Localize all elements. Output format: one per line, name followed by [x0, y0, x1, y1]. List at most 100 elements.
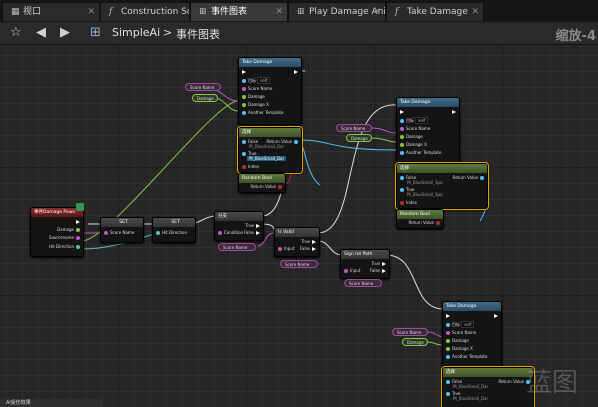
zoom-level: 缩放-4	[555, 29, 596, 44]
another-template-pin[interactable]: Another Template	[398, 150, 441, 155]
node-title: 选择	[397, 164, 487, 173]
graph-icon: ⊞	[297, 7, 305, 17]
false-value: Pt_BlueSmall_Dar	[453, 384, 489, 389]
true-value[interactable]: Pt_BlueSmall_Dar	[247, 156, 287, 161]
score-name-pin[interactable]: Score Name	[398, 126, 430, 131]
score-name-variable[interactable]: Score Name	[185, 83, 221, 91]
target-pin[interactable]: 目标 self	[398, 117, 429, 124]
sign-int-path-node[interactable]: Sign Int Path True Input False	[340, 249, 390, 279]
event-graph-canvas[interactable]: 事件Damage Pawn Damage Sourcename Hit Dire…	[0, 45, 598, 407]
random-bool-node-1[interactable]: Random Bool Return Value	[238, 173, 286, 193]
input-pin[interactable]: Input	[342, 268, 360, 273]
true-value: Pt_BlueSmall_Spa	[407, 192, 443, 197]
tab-construction-script[interactable]: fConstruction Scrip	[100, 2, 190, 21]
false-pin[interactable]: False	[244, 230, 262, 235]
tab-take-damage[interactable]: f Take Damage ✕	[386, 2, 484, 21]
another-template-pin[interactable]: Another Template	[240, 110, 283, 115]
star-icon[interactable]: ☆	[10, 25, 22, 40]
set-hit-direction-node[interactable]: SET Hit Direction	[152, 217, 196, 243]
random-bool-node-2[interactable]: Random Bool Return Value	[396, 209, 444, 229]
damage-x-pin[interactable]: Damage X	[240, 102, 269, 107]
node-title: 选择	[443, 368, 533, 377]
return-value-pin[interactable]: Return Value	[266, 139, 300, 144]
score-name-variable[interactable]: Score Name	[336, 124, 372, 132]
score-name-variable[interactable]: Score Name	[280, 260, 318, 268]
exec-out-pin[interactable]	[292, 69, 300, 74]
comment-box[interactable]: Ai受伤效果	[0, 399, 102, 407]
tab-event-graph[interactable]: ⊞ 事件图表 ✕	[190, 2, 288, 21]
set-score-name-node[interactable]: SET Score Name	[100, 217, 144, 243]
exec-in-pin[interactable]	[444, 313, 452, 318]
sourcename-pin[interactable]: Sourcename	[49, 235, 82, 240]
tab-bar: ▦视口✕ fConstruction Scrip ⊞事件图表✕ ⊞Play Da…	[0, 0, 598, 23]
exec-out-pin[interactable]	[492, 313, 500, 318]
breadcrumb-separator: >	[163, 26, 173, 39]
tab-viewport[interactable]: ▦ 视口 ✕	[2, 2, 100, 21]
score-name-pin[interactable]: Score Name	[444, 330, 476, 335]
exec-out-pin[interactable]	[74, 219, 82, 224]
index-pin[interactable]: Index	[240, 164, 259, 169]
event-damage-pawn-node[interactable]: 事件Damage Pawn Damage Sourcename Hit Dire…	[30, 207, 84, 257]
false-pin[interactable]: False	[300, 246, 318, 251]
node-title: SET	[101, 218, 143, 227]
damage-pin[interactable]: Damage	[444, 338, 469, 343]
return-value-pin[interactable]: Return Value	[408, 220, 442, 225]
close-icon[interactable]: ✕	[87, 3, 95, 21]
exec-in-pin[interactable]	[398, 109, 406, 114]
index-pin[interactable]: Index	[398, 200, 417, 205]
return-value-pin[interactable]: Return Value	[452, 175, 486, 180]
hit-direction-pin[interactable]: Hit Direction	[154, 230, 187, 235]
damage-variable[interactable]: Damage	[346, 134, 372, 142]
damage-variable[interactable]: Damage	[192, 94, 218, 102]
damage-variable[interactable]: Damage	[402, 338, 428, 346]
close-icon[interactable]: ✕	[373, 3, 381, 21]
function-icon: f	[395, 7, 399, 17]
true-pin[interactable]: True	[302, 239, 319, 244]
take-damage-node-1[interactable]: Take Damage 目标 self Score Name Damage Da…	[238, 57, 302, 125]
true-value: Pt_BlueSmall_Dar	[453, 396, 489, 401]
false-value: Pt_BlueSmall_Dar	[249, 144, 285, 149]
back-arrow-icon[interactable]: ◀	[36, 25, 46, 40]
true-pin[interactable]: True	[246, 223, 263, 228]
damage-pin[interactable]: Damage	[240, 94, 265, 99]
forward-arrow-icon[interactable]: ▶	[60, 25, 70, 40]
damage-pin[interactable]: Damage	[398, 134, 423, 139]
tab-play-damage-anim[interactable]: ⊞Play Damage Anim✕	[288, 2, 386, 21]
score-name-pin[interactable]: Score Name	[240, 86, 272, 91]
target-pin[interactable]: 目标 self	[240, 77, 271, 84]
hit-direction-pin[interactable]: Hit Direction	[49, 244, 82, 249]
score-name-variable[interactable]: Score Name	[344, 279, 382, 287]
name-pin[interactable]: Condition	[216, 230, 243, 235]
node-title: 分支	[215, 212, 263, 221]
close-icon[interactable]: ✕	[275, 3, 283, 21]
breadcrumb-root[interactable]: SimpleAi	[112, 26, 160, 39]
damage-pin[interactable]: Damage	[57, 227, 82, 232]
is-valid-node[interactable]: Is Valid True Input False	[274, 227, 320, 257]
node-title: Take Damage	[239, 58, 301, 67]
close-icon[interactable]: ✕	[471, 3, 479, 21]
return-value-pin[interactable]: Return Value	[250, 184, 284, 189]
score-name-variable[interactable]: Score Name	[392, 328, 428, 336]
take-damage-node-2[interactable]: Take Damage 目标 self Score Name Damage Da…	[396, 97, 460, 165]
damage-x-pin[interactable]: Damage X	[398, 142, 427, 147]
input-pin[interactable]: Input	[276, 246, 294, 251]
another-template-pin[interactable]: Another Template	[444, 354, 487, 359]
graph-toolbar: ☆ ◀ ▶ ⊞ SimpleAi > 事件图表 缩放-4	[0, 22, 598, 45]
exec-out-pin[interactable]	[450, 109, 458, 114]
damage-x-pin[interactable]: Damage X	[444, 346, 473, 351]
select-node-1[interactable]: 选择 False Pt_BlueSmall_Dar True Pt_BlueSm…	[237, 126, 303, 174]
select-node-3[interactable]: 选择 False Pt_BlueSmall_Dar True Pt_BlueSm…	[441, 366, 535, 407]
true-pin[interactable]: True	[372, 261, 389, 266]
score-name-pin[interactable]: Score Name	[102, 230, 134, 235]
watermark-logo: 蓝图	[525, 368, 578, 398]
node-title: Random Bool	[239, 174, 285, 183]
exec-in-pin[interactable]	[240, 69, 248, 74]
take-damage-node-3[interactable]: Take Damage 目标 self Score Name Damage Da…	[442, 301, 502, 369]
viewport-icon: ▦	[11, 7, 20, 17]
score-name-variable[interactable]: Score Name	[218, 243, 256, 251]
select-node-2[interactable]: 选择 False Pt_BlueSmall_Spa True Pt_BlueSm…	[395, 162, 489, 210]
branch-node[interactable]: 分支 True Condition False	[214, 211, 264, 241]
false-pin[interactable]: False	[370, 268, 388, 273]
target-pin[interactable]: 目标 self	[444, 321, 475, 328]
node-title: Take Damage	[397, 98, 459, 107]
